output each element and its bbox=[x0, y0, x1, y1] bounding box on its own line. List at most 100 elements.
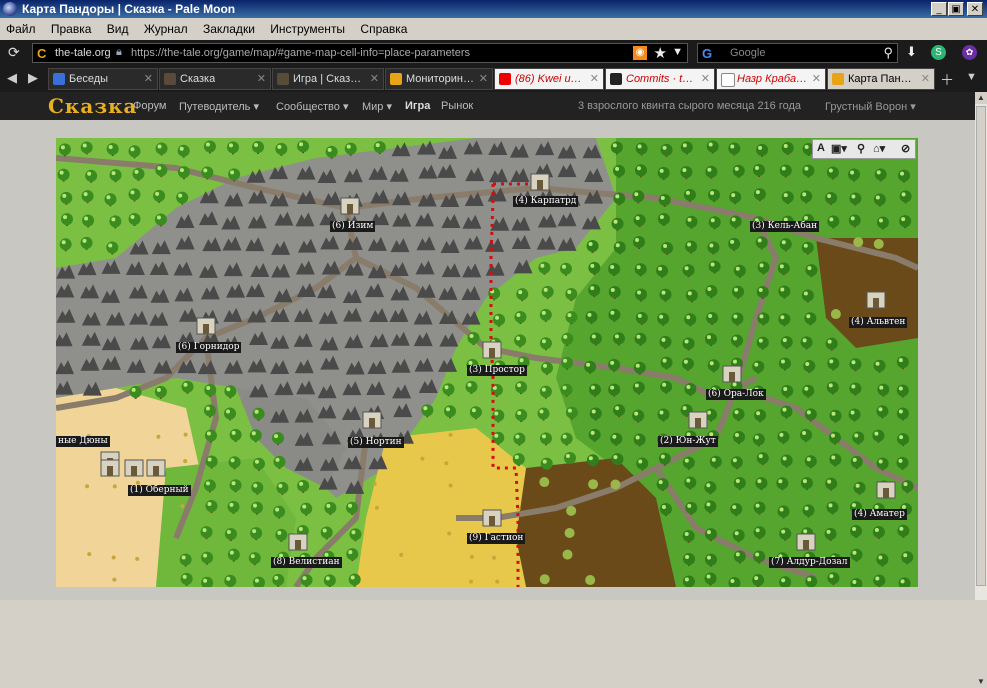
extension-s-icon[interactable]: S bbox=[931, 45, 946, 60]
map-canvas[interactable] bbox=[56, 138, 918, 587]
download-icon[interactable]: ⬇ bbox=[906, 44, 917, 60]
city-label-prostor[interactable]: (3) Простор bbox=[467, 365, 527, 376]
city-label-karpatrd[interactable]: (4) Карпатрд bbox=[513, 196, 579, 207]
tab-close-icon[interactable]: ✕ bbox=[370, 72, 379, 85]
tab-list-icon[interactable]: ▼ bbox=[966, 71, 977, 83]
city-building-sprite[interactable] bbox=[876, 481, 896, 499]
city-building-sprite[interactable] bbox=[482, 341, 502, 359]
menu-help[interactable]: Справка bbox=[354, 18, 413, 36]
tab-skazka[interactable]: Сказка ✕ bbox=[159, 68, 271, 90]
city-label-yun-zhut[interactable]: (2) Юн-Жут bbox=[658, 436, 718, 447]
dune-sprite bbox=[156, 434, 161, 439]
close-button[interactable]: ✕ bbox=[967, 2, 983, 16]
user-menu[interactable]: Грустный Ворон ▾ bbox=[825, 100, 916, 113]
city-label-gastion[interactable]: (9) Гастион bbox=[467, 533, 526, 544]
nav-community[interactable]: Сообщество ▾ bbox=[276, 100, 348, 113]
reload-icon[interactable]: ⟳ bbox=[8, 44, 20, 61]
url-dropdown-icon[interactable]: ▼ bbox=[672, 46, 683, 58]
tab-close-icon[interactable]: ✕ bbox=[590, 72, 599, 85]
tab-close-icon[interactable]: ✕ bbox=[921, 72, 930, 85]
city-building-sprite[interactable] bbox=[124, 459, 144, 477]
lock-icon[interactable]: 🔒︎ bbox=[116, 46, 122, 59]
scroll-thumb[interactable] bbox=[976, 106, 986, 586]
city-label-alvten[interactable]: (4) Альвтен bbox=[849, 317, 908, 328]
city-label-gornidor[interactable]: (6) Горнидор bbox=[176, 342, 242, 353]
search-placeholder[interactable]: Google bbox=[730, 47, 765, 59]
maximize-button[interactable]: ▣ bbox=[948, 2, 964, 16]
tab-map-active[interactable]: Карта Пан… ✕ bbox=[827, 68, 935, 90]
menu-edit[interactable]: Правка bbox=[45, 18, 98, 36]
nav-guide[interactable]: Путеводитель ▾ bbox=[179, 100, 259, 113]
google-icon[interactable]: G bbox=[702, 46, 712, 61]
city-building-sprite[interactable] bbox=[796, 533, 816, 551]
tab-close-icon[interactable]: ✕ bbox=[701, 72, 710, 85]
nav-forum[interactable]: Форум bbox=[133, 100, 166, 112]
city-building-sprite[interactable] bbox=[196, 317, 216, 335]
menu-history[interactable]: Журнал bbox=[138, 18, 194, 36]
forward-icon[interactable]: ▶ bbox=[28, 70, 38, 86]
swamp-bush-sprite bbox=[564, 527, 575, 538]
menu-view[interactable]: Вид bbox=[101, 18, 135, 36]
swamp-bush-sprite bbox=[566, 505, 577, 516]
tab-label: Commits · t… bbox=[626, 73, 694, 85]
city-building-sprite[interactable] bbox=[688, 411, 708, 429]
city-building-sprite[interactable] bbox=[866, 291, 886, 309]
scroll-down-icon[interactable]: ▼ bbox=[975, 676, 987, 688]
site-logo[interactable]: Сказка bbox=[48, 94, 138, 118]
map-text-toggle-icon[interactable]: A bbox=[817, 142, 825, 154]
city-building-sprite[interactable] bbox=[482, 509, 502, 527]
tab-close-icon[interactable]: ✕ bbox=[479, 72, 488, 85]
map-home-menu-icon[interactable]: ⌂▾ bbox=[873, 142, 885, 155]
nav-market[interactable]: Рынок bbox=[441, 100, 473, 112]
search-box[interactable]: G Google ⚲ bbox=[697, 43, 898, 63]
tab-close-icon[interactable]: ✕ bbox=[257, 72, 266, 85]
map-zoom-icon[interactable]: ⚲ bbox=[857, 142, 865, 155]
menu-tools[interactable]: Инструменты bbox=[264, 18, 351, 36]
city-building-sprite[interactable] bbox=[288, 533, 308, 551]
city-label-aldur-dozal[interactable]: (7) Алдур-Дозал bbox=[769, 557, 850, 568]
city-building-sprite[interactable] bbox=[340, 197, 360, 215]
tab-monitoring[interactable]: Мониторин… ✕ bbox=[385, 68, 493, 90]
city-label-nortin[interactable]: (5) Нортин bbox=[348, 437, 404, 448]
extension-menu-icon[interactable]: ✿ bbox=[962, 45, 977, 60]
city-label-velistian[interactable]: (8) Велистиан bbox=[271, 557, 342, 568]
nav-game[interactable]: Игра bbox=[405, 100, 430, 112]
page-scrollbar[interactable]: ▲ ▼ bbox=[975, 92, 987, 688]
tab-game[interactable]: Игра | Сказ… ✕ bbox=[272, 68, 384, 90]
tab-label: Игра | Сказ… bbox=[293, 73, 362, 85]
map-image-menu-icon[interactable]: ▣▾ bbox=[831, 142, 847, 155]
tab-besedy[interactable]: Беседы ✕ bbox=[48, 68, 158, 90]
new-tab-icon[interactable]: ＋ bbox=[940, 70, 954, 90]
swamp-bush-sprite bbox=[588, 479, 599, 490]
city-label-dyuny[interactable]: ные Дюны bbox=[56, 436, 110, 447]
back-icon[interactable]: ◀ bbox=[7, 70, 17, 86]
city-building-sprite[interactable] bbox=[530, 173, 550, 191]
bookmark-star-icon[interactable]: ★ bbox=[654, 44, 667, 62]
minimize-button[interactable]: _ bbox=[931, 2, 947, 16]
search-icon[interactable]: ⚲ bbox=[883, 45, 893, 61]
scroll-up-icon[interactable]: ▲ bbox=[975, 92, 987, 104]
tab-nazr[interactable]: Назр Краба… ✕ bbox=[716, 68, 826, 90]
tab-close-icon[interactable]: ✕ bbox=[812, 72, 821, 85]
url-text[interactable]: https://the-tale.org/game/map/#game-map-… bbox=[131, 47, 470, 59]
rss-icon[interactable]: ◉ bbox=[633, 46, 647, 60]
city-building-sprite[interactable] bbox=[722, 365, 742, 383]
tab-commits[interactable]: Commits · t… ✕ bbox=[605, 68, 715, 90]
city-label-oberny[interactable]: (1) Оберный bbox=[128, 485, 191, 496]
address-bar[interactable]: C the-tale.org 🔒︎ https://the-tale.org/g… bbox=[32, 43, 688, 63]
tab-youtube[interactable]: (86) Kwei и… ✕ bbox=[494, 68, 604, 90]
menu-bookmarks[interactable]: Закладки bbox=[197, 18, 261, 36]
nav-world[interactable]: Мир ▾ bbox=[362, 100, 392, 113]
tab-close-icon[interactable]: ✕ bbox=[144, 72, 153, 85]
city-label-ora-lok[interactable]: (6) Ора-Лок bbox=[706, 389, 766, 400]
city-building-sprite[interactable] bbox=[146, 459, 166, 477]
city-label-kel-aban[interactable]: (3) Кель-Абан bbox=[750, 221, 820, 232]
city-label-amater[interactable]: (4) Аматер bbox=[852, 509, 907, 520]
city-building-sprite[interactable] bbox=[100, 459, 120, 477]
menu-file[interactable]: Файл bbox=[0, 18, 42, 36]
map-close-icon[interactable]: ⊘ bbox=[901, 142, 910, 155]
city-building-sprite[interactable] bbox=[362, 411, 382, 429]
dune-sprite bbox=[180, 504, 185, 509]
world-map[interactable]: A ▣▾ ⚲ ⌂▾ ⊘ (4) Карпатрд (6) Изим (3) Ке… bbox=[56, 138, 918, 587]
city-label-izim[interactable]: (6) Изим bbox=[330, 221, 376, 232]
